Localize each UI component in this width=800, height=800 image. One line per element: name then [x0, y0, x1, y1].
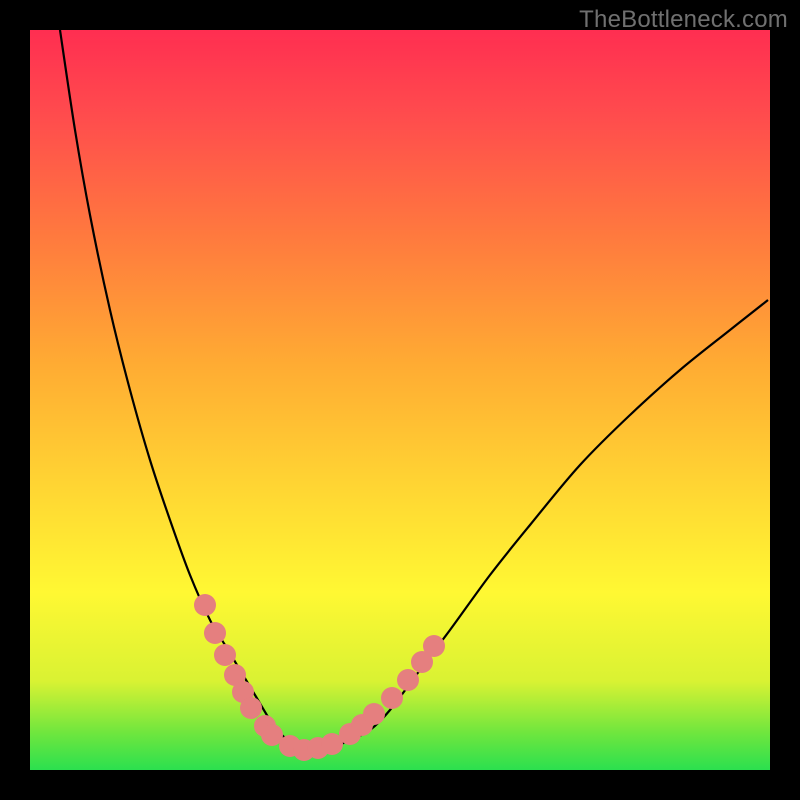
- chart-svg: [30, 30, 770, 770]
- chart-area: [30, 30, 770, 770]
- marker-segment-left-upper: [204, 622, 226, 644]
- marker-segment-right-upper: [381, 687, 403, 709]
- watermark-text: TheBottleneck.com: [579, 6, 788, 34]
- bottleneck-curve: [60, 30, 768, 750]
- marker-segment-left-upper: [214, 644, 236, 666]
- marker-segment-right-upper: [397, 669, 419, 691]
- marker-segment-left-mid: [240, 697, 262, 719]
- marker-segment-right-upper: [423, 635, 445, 657]
- marker-segment-left-upper: [194, 594, 216, 616]
- marker-segment-right-low: [363, 703, 385, 725]
- marker-dots: [194, 594, 445, 761]
